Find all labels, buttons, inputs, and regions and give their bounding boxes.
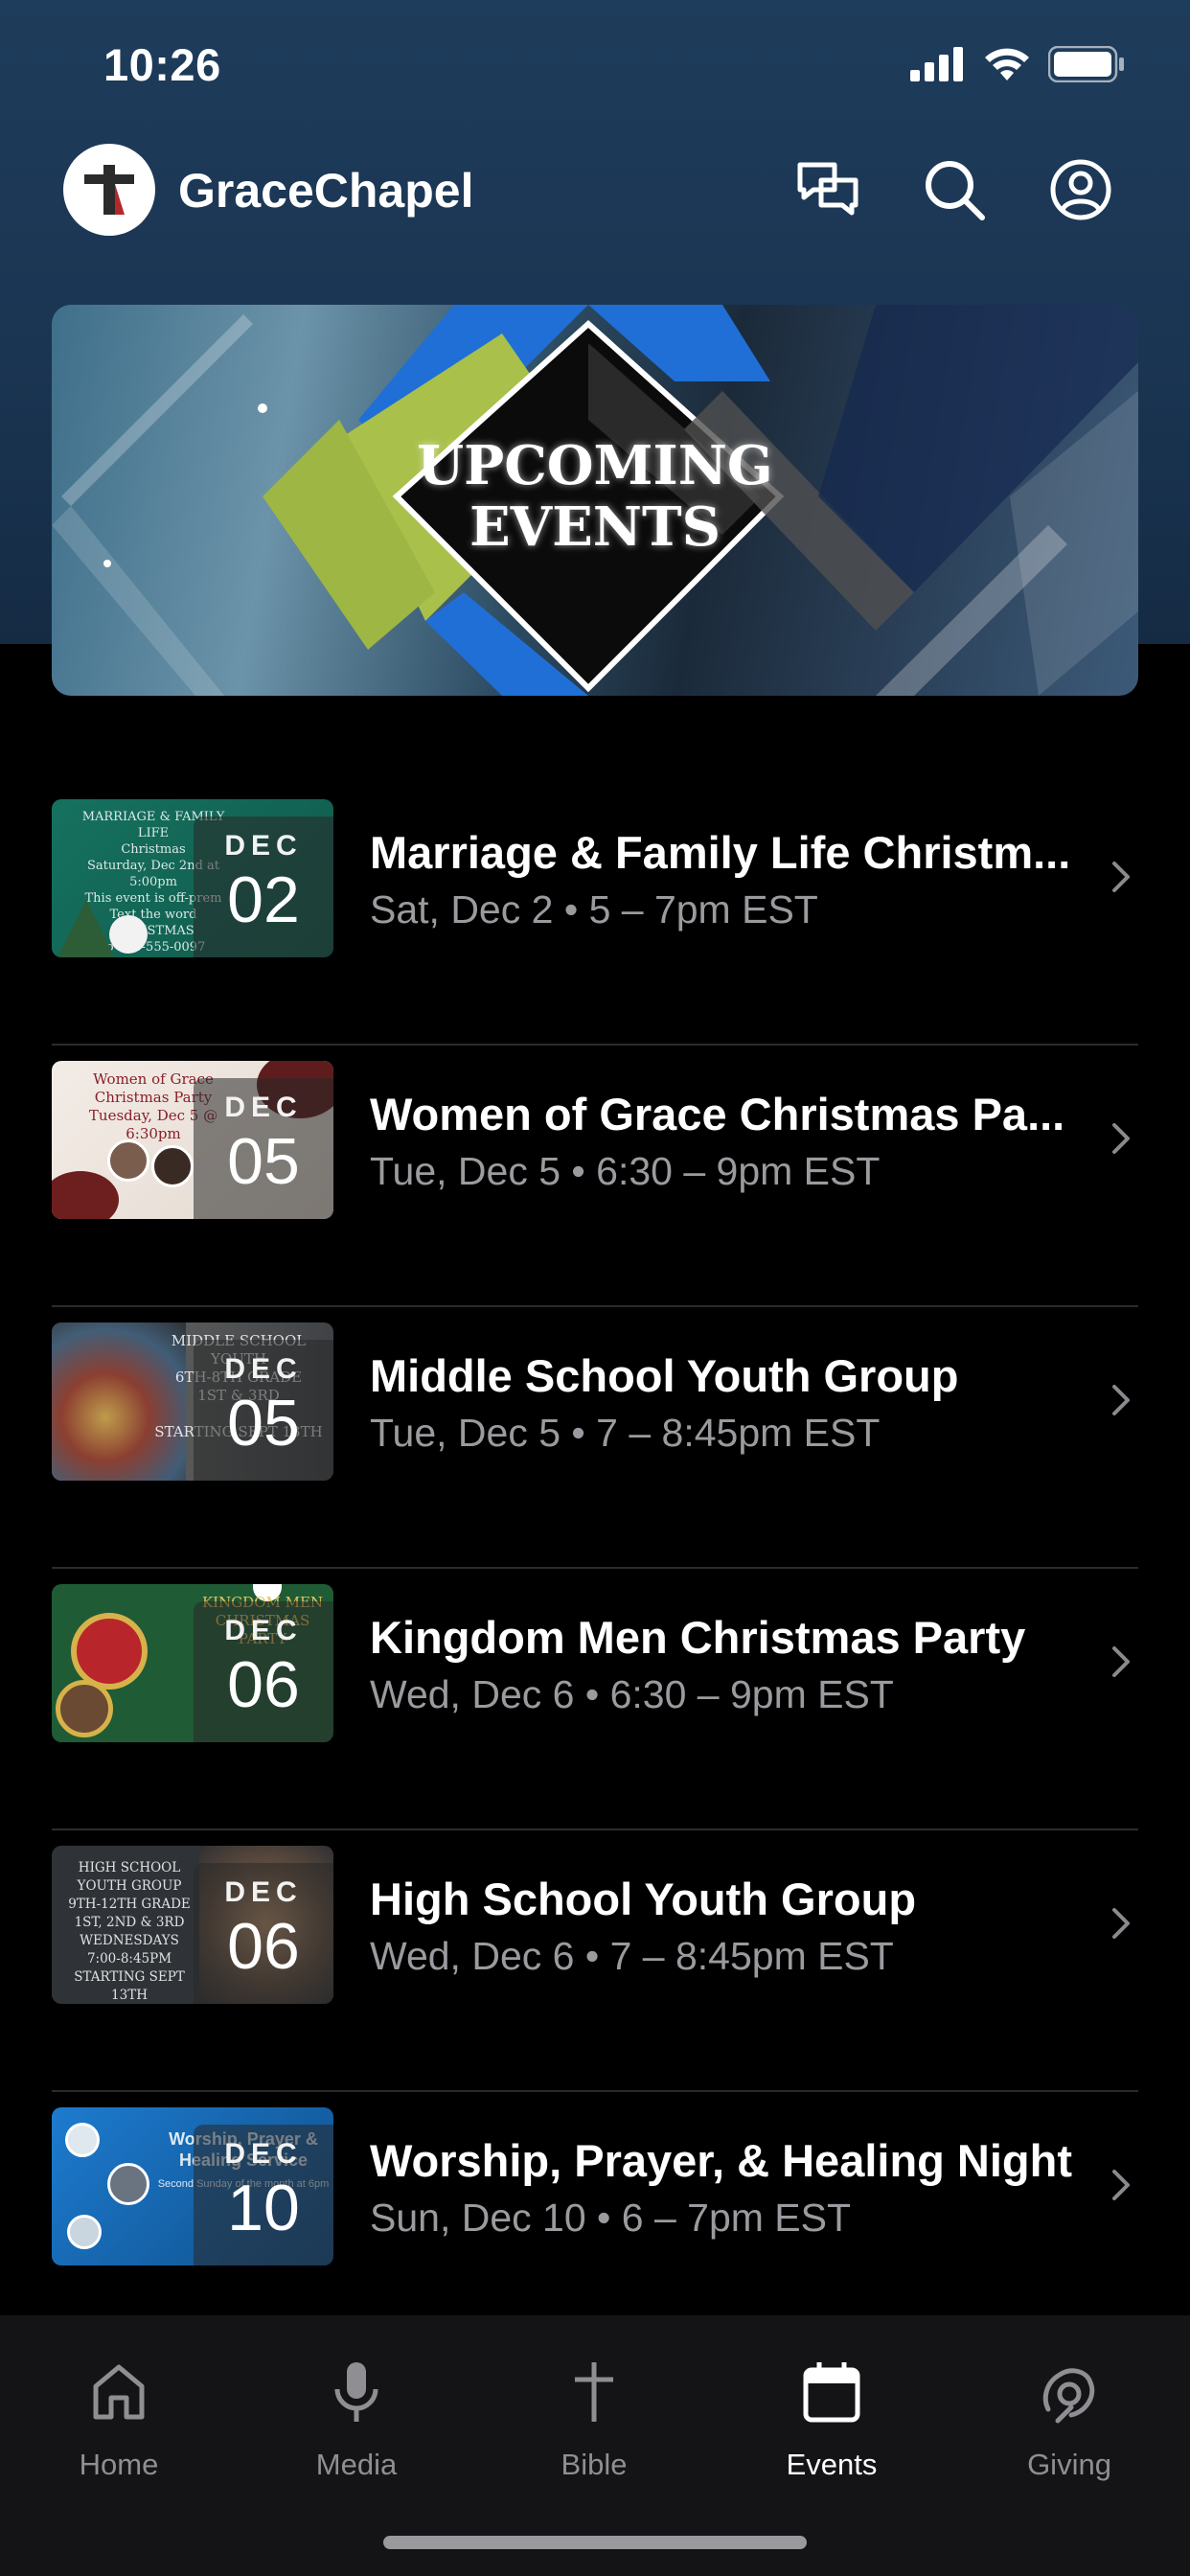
church-logo[interactable] <box>63 144 155 236</box>
date-month: DEC <box>224 2138 303 2170</box>
event-title: High School Youth Group <box>370 1874 917 1924</box>
banner-title: UPCOMING EVENTS <box>52 435 1138 558</box>
event-row[interactable]: Women of Grace Christmas Party Tuesday, De… <box>52 1046 1138 1307</box>
chevron-right-icon <box>1112 862 1130 892</box>
chevron-right-icon <box>1112 2170 1130 2200</box>
event-title: Marriage & Family Life Christm... <box>370 827 1071 878</box>
events-list: MARRIAGE & FAMILY LIFE Christmas Saturday,… <box>52 784 1138 2354</box>
event-title: Worship, Prayer, & Healing Night <box>370 2135 1072 2186</box>
event-thumbnail: Women of Grace Christmas Party Tuesday, De… <box>52 1061 333 1219</box>
tab-events[interactable]: Events <box>736 2358 927 2482</box>
date-badge: DEC 05 <box>194 1078 333 1219</box>
status-icons <box>910 46 1125 82</box>
event-thumbnail: MIDDLE SCHOOLYOUTH6TH-8TH GRADE1ST & 3RD… <box>52 1322 333 1481</box>
app-title: GraceChapel <box>178 164 474 218</box>
event-thumbnail: KINGDOM MENCHRISTMASPARTY DEC 06 <box>52 1584 333 1742</box>
chevron-right-icon <box>1112 1646 1130 1677</box>
cross-icon <box>575 2362 613 2422</box>
microphone-icon <box>334 2362 378 2422</box>
tab-home[interactable]: Home <box>23 2358 215 2482</box>
status-bar: 10:26 <box>0 0 1190 134</box>
event-datetime: Wed, Dec 6 • 6:30 – 9pm EST <box>370 1672 894 1716</box>
event-datetime: Sun, Dec 10 • 6 – 7pm EST <box>370 2196 852 2240</box>
event-title: Middle School Youth Group <box>370 1350 959 1401</box>
date-badge: DEC 06 <box>194 1601 333 1742</box>
event-datetime: Tue, Dec 5 • 6:30 – 9pm EST <box>370 1149 881 1193</box>
date-day: 06 <box>227 1648 300 1721</box>
chevron-right-icon <box>1112 1123 1130 1154</box>
home-indicator[interactable] <box>383 2536 807 2549</box>
account-icon <box>1050 159 1111 220</box>
date-day: 05 <box>227 1387 300 1460</box>
date-day: 02 <box>227 863 300 936</box>
tab-bible[interactable]: Bible <box>498 2358 690 2482</box>
home-icon <box>93 2364 145 2420</box>
date-month: DEC <box>224 1876 303 1908</box>
battery-icon <box>1048 46 1124 82</box>
date-day: 05 <box>227 1125 300 1198</box>
search-button[interactable] <box>918 153 991 226</box>
cellular-signal-icon <box>910 47 963 81</box>
event-thumbnail: Worship, Prayer &Healing ServiceSecond S… <box>52 2107 333 2266</box>
thumbnail-text: HIGH SCHOOL YOUTH GROUP 9TH-12TH GRADE 1ST,… <box>68 1860 191 2003</box>
banner-title-line2: EVENTS <box>469 495 721 559</box>
app-header: GraceChapel <box>0 134 1190 249</box>
calendar-icon <box>803 2362 860 2423</box>
search-icon <box>926 161 985 220</box>
event-row[interactable]: HIGH SCHOOL YOUTH GROUP 9TH-12TH GRADE 1ST,… <box>52 1830 1138 2092</box>
event-row[interactable]: MIDDLE SCHOOLYOUTH6TH-8TH GRADE1ST & 3RD… <box>52 1307 1138 1569</box>
date-day: 06 <box>227 1910 300 1983</box>
date-badge: DEC 10 <box>194 2125 333 2266</box>
event-datetime: Tue, Dec 5 • 7 – 8:45pm EST <box>370 1411 881 1455</box>
date-month: DEC <box>224 1353 303 1385</box>
chevron-right-icon <box>1112 1908 1130 1939</box>
event-thumbnail: HIGH SCHOOL YOUTH GROUP 9TH-12TH GRADE 1ST,… <box>52 1846 333 2004</box>
messages-button[interactable] <box>791 153 864 226</box>
tab-media[interactable]: Media <box>261 2358 452 2482</box>
event-row[interactable]: MARRIAGE & FAMILY LIFE Christmas Saturday,… <box>52 784 1138 1046</box>
tab-label: Home <box>79 2448 159 2481</box>
tab-giving[interactable]: Giving <box>973 2358 1165 2482</box>
date-day: 10 <box>227 2172 300 2244</box>
event-datetime: Sat, Dec 2 • 5 – 7pm EST <box>370 887 818 932</box>
cross-logo-icon <box>84 165 134 215</box>
profile-button[interactable] <box>1044 153 1117 226</box>
chevron-right-icon <box>1112 1385 1130 1415</box>
event-title: Women of Grace Christmas Pa... <box>370 1089 1065 1139</box>
event-title: Kingdom Men Christmas Party <box>370 1612 1026 1663</box>
date-badge: DEC 05 <box>194 1340 333 1481</box>
date-badge: DEC 06 <box>194 1863 333 2004</box>
upcoming-events-banner[interactable]: UPCOMING EVENTS <box>52 305 1138 696</box>
giving-icon <box>1042 2368 1095 2424</box>
tab-label: Bible <box>561 2448 628 2481</box>
date-month: DEC <box>224 1615 303 1646</box>
event-datetime: Wed, Dec 6 • 7 – 8:45pm EST <box>370 1934 894 1978</box>
tab-label: Events <box>786 2448 878 2481</box>
date-month: DEC <box>224 1092 303 1123</box>
date-month: DEC <box>224 830 303 862</box>
tab-label: Media <box>315 2448 398 2481</box>
event-row[interactable]: KINGDOM MENCHRISTMASPARTY DEC 06 Kingdom… <box>52 1569 1138 1830</box>
chat-icon <box>797 162 858 216</box>
tab-label: Giving <box>1027 2448 1111 2481</box>
wifi-icon <box>985 48 1029 80</box>
status-time: 10:26 <box>103 39 221 90</box>
event-thumbnail: MARRIAGE & FAMILY LIFE Christmas Saturday,… <box>52 799 333 957</box>
date-badge: DEC 02 <box>194 816 333 957</box>
banner-title-line1: UPCOMING <box>417 434 773 497</box>
